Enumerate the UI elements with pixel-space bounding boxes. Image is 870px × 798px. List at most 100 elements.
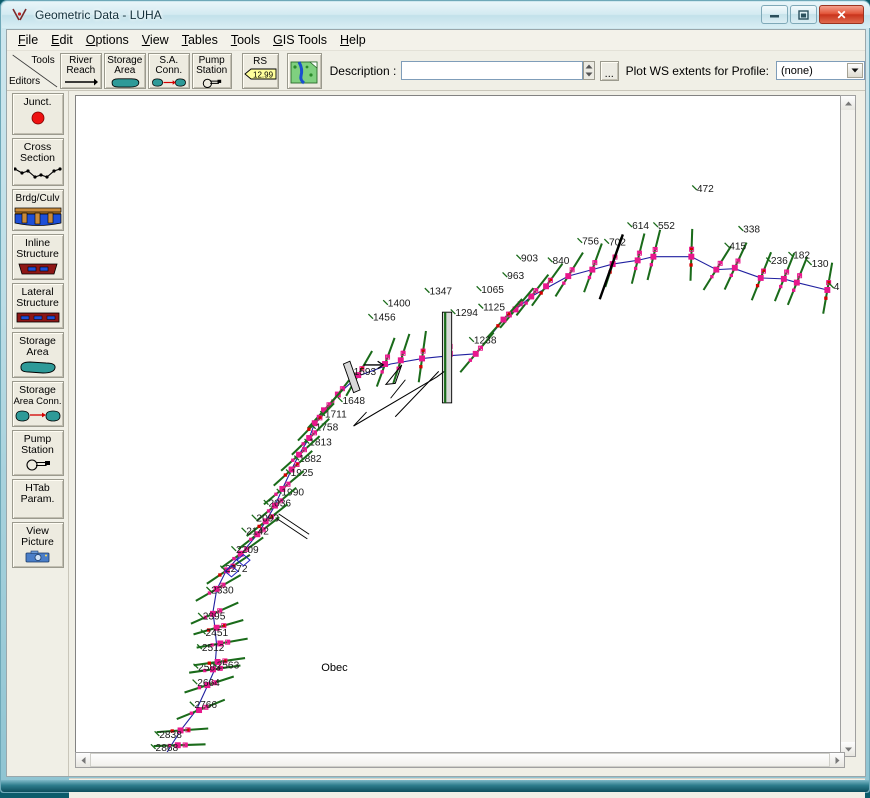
menu-tables[interactable]: Tables [179,31,228,49]
cross-section-node[interactable] [419,355,426,362]
menu-tools[interactable]: Tools [228,31,270,49]
sidebar-item-junction[interactable]: Junct. [11,93,64,135]
sidebar-item-pump-station[interactable]: Pump Station [11,430,64,476]
river-schematic-svg[interactable]: 4613018223633841547255261470275684090396… [76,96,844,756]
description-input[interactable] [401,61,583,80]
cross-section-label[interactable]: 903 [521,253,538,264]
cross-section-label[interactable]: 2209 [236,545,259,556]
cross-section-label[interactable]: 756 [582,237,599,248]
cross-section-label[interactable]: 1125 [483,302,505,313]
cross-section-label[interactable]: 472 [697,184,714,195]
sidebar-item-view-picture[interactable]: View Picture [11,522,64,568]
description-spinner[interactable] [582,61,595,80]
menu-file[interactable]: File [15,31,48,49]
cross-section-label[interactable]: 1648 [342,396,365,407]
scroll-right-button[interactable] [830,753,844,767]
cross-section-label[interactable]: 1294 [455,308,478,319]
sidebar-item-inline-structure[interactable]: Inline Structure [11,234,64,280]
cross-section-label[interactable]: 130 [812,259,829,270]
bank-station-marker [218,573,222,577]
maximize-button[interactable] [790,5,817,24]
close-button[interactable]: ✕ [819,5,864,24]
cross-section-node[interactable] [824,287,831,293]
sa-conn-button[interactable]: S.A. Conn. [147,52,190,89]
cross-section-label[interactable]: 2563 [217,660,240,671]
bank-station-marker [249,537,253,542]
sidebar-item-storage-area[interactable]: Storage Area [11,332,64,378]
cross-section-label[interactable]: 1400 [388,299,411,310]
chevron-down-icon[interactable] [846,63,863,78]
cross-section-label[interactable]: 338 [743,225,760,236]
cross-section-node[interactable] [650,253,657,260]
sidebar-item-lateral-structure[interactable]: Lateral Structure [11,283,64,329]
cross-section-label[interactable]: 552 [658,221,675,232]
toolbar-editors-label: Editors [9,75,41,87]
cross-section-node[interactable] [397,357,404,364]
cross-section-label[interactable]: 1347 [429,287,452,298]
menu-options[interactable]: Options [83,31,139,49]
cross-section-node[interactable] [565,273,572,280]
storage-area-label-2: Area [114,65,136,76]
menu-help[interactable]: Help [337,31,376,49]
bridge-1294-icon[interactable] [441,311,453,404]
cross-section-node[interactable] [472,350,479,357]
cross-section-label[interactable]: 2512 [202,643,225,654]
cross-section-label[interactable]: 236 [771,256,788,267]
gis-map-button[interactable] [286,52,322,89]
menu-view[interactable]: View [139,31,179,49]
cross-section-node[interactable] [780,275,787,282]
cross-section-label[interactable]: 1593 [354,367,377,378]
description-browse-button[interactable]: ... [599,60,619,81]
sidebar-item-htab-param[interactable]: HTab Param. [11,479,64,519]
cross-section-label[interactable]: 963 [507,271,524,282]
bank-station-marker [307,427,311,431]
main-toolbar: Tools Editors River Reach Storage Area S… [7,51,865,91]
cross-section-label[interactable]: 2330 [211,585,234,596]
cross-section-label[interactable]: 1065 [481,285,504,296]
cross-section-label[interactable]: 2766 [194,700,217,711]
cross-section-label[interactable]: 2395 [203,611,226,622]
profile-dropdown[interactable]: (none) [776,61,865,80]
cross-section-node[interactable] [543,283,550,290]
river-schematic-plot[interactable]: 46 130 182 236 338 415 472 552 614 702 756 840 903 96… [75,95,845,757]
rs-tag-icon: 12.99 [243,68,277,80]
cross-section-label[interactable]: 2142 [246,526,269,537]
cross-section-node[interactable] [589,266,596,273]
cross-section-node[interactable] [731,264,738,271]
scroll-up-button[interactable] [841,96,855,110]
menu-edit[interactable]: Edit [48,31,83,49]
sidebar-item-storage-area-conn[interactable]: Storage Area Conn. [11,381,64,427]
cross-section-label[interactable]: 2838 [159,730,182,741]
river-reach-button[interactable]: River Reach [59,52,102,89]
pump-station-button[interactable]: Pump Station [191,52,232,89]
minimize-button[interactable] [761,5,788,24]
sidebar-item-bridge-culvert[interactable]: Brdg/Culv [11,189,64,231]
cross-section-label[interactable]: 2451 [206,628,229,639]
menu-gis-tools[interactable]: GIS Tools [270,31,337,49]
bank-station-marker [189,711,194,715]
ellipsis-label: ... [604,67,614,80]
vertical-scrollbar[interactable] [840,95,856,757]
horizontal-scroll-thumb[interactable] [90,753,830,767]
sidebar-item-cross-section[interactable]: Cross Section [11,138,64,186]
town-label: Obec [321,662,348,674]
cross-section-label[interactable]: 2664 [197,678,220,689]
horizontal-scrollbar[interactable] [75,752,845,768]
cross-section-label[interactable]: 614 [632,221,649,232]
cross-section-label[interactable]: 2036 [268,499,291,510]
bridge-2036-icon[interactable] [276,513,310,540]
cross-section-node[interactable] [713,266,720,273]
cross-section-label[interactable]: 182 [793,251,810,262]
junction-label: Junct. [23,96,52,108]
cross-section-label[interactable]: 1456 [373,313,396,324]
cross-section-node[interactable] [688,253,695,260]
cross-section-node[interactable] [793,279,800,286]
cross-section-node[interactable] [757,274,764,281]
river-station-button[interactable]: RS 12.99 [241,52,279,89]
cross-section-label[interactable]: 1238 [474,336,497,347]
cross-section-node[interactable] [634,257,641,264]
scroll-left-button[interactable] [76,753,90,767]
storage-area-button[interactable]: Storage Area [103,52,146,89]
cross-section-node[interactable] [500,316,507,323]
cross-section-label[interactable]: 415 [729,241,746,252]
